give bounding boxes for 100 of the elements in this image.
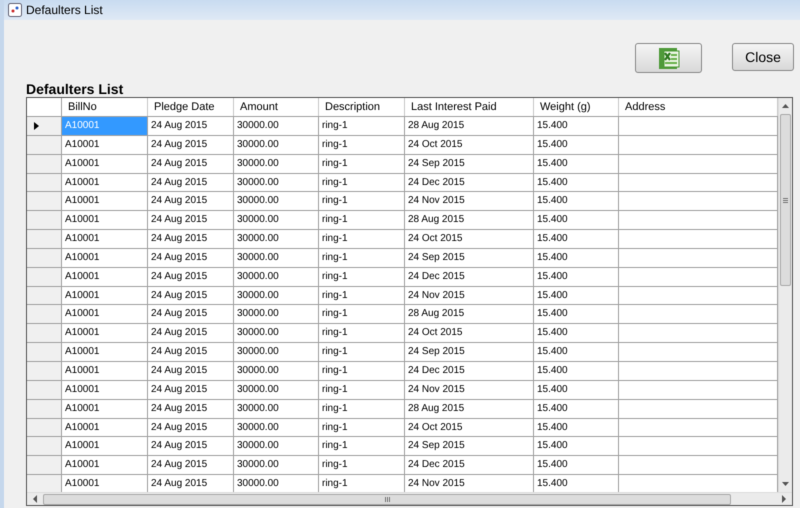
table-cell: 24 Dec 2015	[405, 456, 534, 474]
table-cell: 24 Aug 2015	[148, 362, 234, 380]
table-cell: 30000.00	[234, 211, 319, 230]
table-cell: 24 Nov 2015	[405, 192, 534, 210]
table-cell: A10001	[62, 380, 148, 399]
table-cell: A10001	[62, 305, 148, 324]
table-cell: A10001	[62, 456, 148, 474]
table-cell: A10001	[62, 362, 148, 380]
table-cell: ring-1	[319, 117, 405, 135]
table-cell: ring-1	[319, 136, 405, 154]
scroll-thumb[interactable]	[780, 114, 791, 286]
table-cell: ring-1	[319, 286, 405, 304]
close-button[interactable]: Close	[732, 43, 794, 71]
table-cell: 15.400	[534, 305, 619, 324]
table-cell: 30000.00	[234, 437, 319, 456]
table-cell: ring-1	[319, 192, 405, 210]
table-cell: 24 Aug 2015	[148, 230, 234, 248]
table-cell: 28 Aug 2015	[405, 400, 534, 418]
table-cell: 30000.00	[234, 456, 319, 474]
scroll-thumb[interactable]	[43, 494, 731, 504]
table-cell: 24 Aug 2015	[148, 305, 234, 324]
table-cell: 28 Aug 2015	[405, 211, 534, 230]
table-cell: 24 Aug 2015	[148, 117, 234, 135]
row-header[interactable]	[27, 117, 62, 135]
column-header[interactable]: Pledge Date	[148, 98, 234, 116]
table-cell: 24 Aug 2015	[148, 400, 234, 418]
table-cell: 24 Dec 2015	[405, 174, 534, 192]
table-cell: 15.400	[534, 343, 619, 361]
page-heading: Defaulters List	[26, 80, 124, 99]
table-cell: 24 Aug 2015	[148, 456, 234, 474]
table-cell: 15.400	[534, 400, 619, 418]
table-cell: ring-1	[319, 268, 405, 286]
table-cell: ring-1	[319, 380, 405, 399]
horizontal-scrollbar[interactable]	[27, 492, 792, 505]
table-cell: A10001	[62, 268, 148, 286]
table-cell: 30000.00	[234, 117, 319, 135]
table-cell: ring-1	[319, 343, 405, 361]
table-cell: ring-1	[319, 400, 405, 418]
table-cell: A10001	[62, 286, 148, 304]
table-cell: A10001	[62, 400, 148, 418]
table-cell: ring-1	[319, 230, 405, 248]
table-cell: 24 Sep 2015	[405, 154, 534, 173]
table-cell: 28 Aug 2015	[405, 305, 534, 324]
vertical-scrollbar[interactable]	[778, 98, 792, 492]
table-cell: A10001	[62, 437, 148, 456]
window-icon	[8, 3, 22, 17]
table-cell: 30000.00	[234, 362, 319, 380]
column-header[interactable]: Last Interest Paid	[405, 98, 534, 116]
grip-icon	[384, 496, 390, 502]
table-cell: ring-1	[319, 362, 405, 380]
table-cell: 30000.00	[234, 418, 319, 436]
table-cell: 15.400	[534, 192, 619, 210]
table-cell: 15.400	[534, 230, 619, 248]
table-cell: 30000.00	[234, 136, 319, 154]
table-cell: 15.400	[534, 324, 619, 342]
table-cell: ring-1	[319, 418, 405, 436]
table-cell: 24 Dec 2015	[405, 268, 534, 286]
table-cell: 30000.00	[234, 343, 319, 361]
table-cell: 15.400	[534, 174, 619, 192]
column-header[interactable]: Amount	[234, 98, 319, 116]
table-cell: 24 Dec 2015	[405, 362, 534, 380]
column-header[interactable]: BillNo	[62, 98, 148, 116]
table-cell: ring-1	[319, 174, 405, 192]
table-cell: ring-1	[319, 248, 405, 267]
table-cell: 24 Aug 2015	[148, 380, 234, 399]
table-cell: 30000.00	[234, 286, 319, 304]
table-cell: 15.400	[534, 418, 619, 436]
table-cell: A10001	[62, 192, 148, 210]
table-cell: 24 Aug 2015	[148, 324, 234, 342]
table-cell: ring-1	[319, 456, 405, 474]
table-cell: 24 Aug 2015	[148, 192, 234, 210]
table-cell: A10001	[62, 174, 148, 192]
export-button[interactable]	[635, 43, 702, 73]
column-header[interactable]: Weight (g)	[534, 98, 619, 116]
table-cell: A10001	[62, 117, 148, 135]
table-cell: 24 Aug 2015	[148, 268, 234, 286]
table-cell: 15.400	[534, 136, 619, 154]
table-cell: A10001	[62, 230, 148, 248]
table-cell: ring-1	[319, 437, 405, 456]
table-cell: 15.400	[534, 286, 619, 304]
table-cell: A10001	[62, 418, 148, 436]
grip-icon	[783, 198, 788, 202]
table-cell: 15.400	[534, 248, 619, 267]
table-cell: 24 Aug 2015	[148, 136, 234, 154]
column-header[interactable]: Description	[319, 98, 405, 116]
table-cell: ring-1	[319, 324, 405, 342]
table-cell: 24 Aug 2015	[148, 248, 234, 267]
table-cell: 24 Aug 2015	[148, 174, 234, 192]
table-cell: ring-1	[319, 154, 405, 173]
table-cell: 24 Aug 2015	[148, 211, 234, 230]
table-cell: 24 Oct 2015	[405, 418, 534, 436]
table-cell: 30000.00	[234, 400, 319, 418]
table-cell: 15.400	[534, 456, 619, 474]
table-cell: A10001	[62, 211, 148, 230]
table-cell: 15.400	[534, 211, 619, 230]
table-cell: 30000.00	[234, 305, 319, 324]
table-cell: 24 Oct 2015	[405, 230, 534, 248]
table-cell: 15.400	[534, 117, 619, 135]
table-cell: 15.400	[534, 362, 619, 380]
table-cell: 24 Aug 2015	[148, 418, 234, 436]
